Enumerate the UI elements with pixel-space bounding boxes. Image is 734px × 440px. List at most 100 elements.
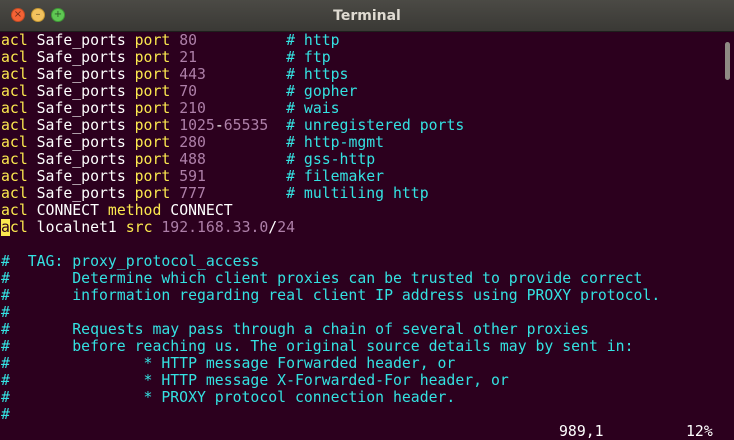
line-token: method [107,202,162,219]
line-token: / [268,219,278,236]
line-token: 210 [170,100,287,117]
line-token: # gss-http [286,151,376,168]
line-token: 192.168.33.0 [152,219,269,236]
editor-line: acl Safe_ports port 80 # http [1,32,340,49]
line-token: # * HTTP message X-Forwarded-For header,… [1,372,509,389]
line-token: 80 [170,32,287,49]
line-token: acl [1,168,28,185]
line-token: port [134,151,171,168]
editor-line: # * HTTP message X-Forwarded-For header,… [1,372,509,389]
line-token: port [134,83,171,100]
line-token: - [214,117,224,134]
line-token: port [134,100,171,117]
editor-line: acl Safe_ports port 443 # https [1,66,348,83]
line-token: 65535 [223,117,287,134]
line-token: 21 [170,49,287,66]
editor-line: acl Safe_ports port 280 # http-mgmt [1,134,384,151]
line-token: acl [1,66,28,83]
editor-line: # information regarding real client IP a… [1,287,660,304]
line-token: Safe_ports [27,134,135,151]
editor-line: acl Safe_ports port 1025-65535 # unregis… [1,117,464,134]
line-token: 24 [277,219,296,236]
line-token: # [1,304,10,321]
text-cursor: a [1,219,10,236]
line-token: Safe_ports [27,100,135,117]
line-token: Safe_ports [27,66,135,83]
line-token: port [134,66,171,83]
editor-line: # before reaching us. The original sourc… [1,338,634,355]
line-token: 280 [170,134,287,151]
line-token: port [134,32,171,49]
line-token: # * HTTP message Forwarded header, or [1,355,456,372]
line-token: # * PROXY protocol connection header. [1,389,456,406]
editor-line: acl Safe_ports port 777 # multiling http [1,185,429,202]
line-token: # https [286,66,349,83]
editor-line: # Requests may pass through a chain of s… [1,321,589,338]
line-token: # unregistered ports [286,117,465,134]
editor-line: acl Safe_ports port 488 # gss-http [1,151,375,168]
line-token: Safe_ports [27,49,135,66]
scrollbar-thumb[interactable] [725,42,730,80]
editor-line: acl Safe_ports port 70 # gopher [1,83,357,100]
line-token: acl [1,202,28,219]
scroll-percent: 12% [686,423,713,440]
line-token: 443 [170,66,287,83]
line-token: # multiling http [286,185,429,202]
line-token: # gopher [286,83,358,100]
line-token: acl [1,134,28,151]
line-token: # information regarding real client IP a… [1,287,661,304]
line-token: Safe_ports [27,185,135,202]
line-token: Safe_ports [27,168,135,185]
editor-line: acl localnet1 src 192.168.33.0/24 [1,219,295,236]
line-token: # before reaching us. The original sourc… [1,338,634,355]
line-token: Safe_ports [27,151,135,168]
line-token: acl [1,117,28,134]
title-bar: × – + Terminal [0,0,734,32]
line-token: 1025 [170,117,215,134]
line-token: # filemaker [286,168,385,185]
line-token: acl [1,32,28,49]
line-token: 591 [170,168,287,185]
line-token: # http [286,32,340,49]
editor-line: acl CONNECT method CONNECT [1,202,233,219]
line-token: acl [1,100,28,117]
line-token: # http-mgmt [286,134,385,151]
line-token: CONNECT [27,202,108,219]
line-token: acl [1,49,28,66]
editor-line: # [1,406,10,423]
line-token: # Determine which client proxies can be … [1,270,643,287]
line-token: port [134,168,171,185]
line-token: # wais [286,100,340,117]
line-token: acl [1,185,28,202]
line-token: # TAG: proxy_protocol_access [1,253,260,270]
line-token: 777 [170,185,287,202]
editor-line: # [1,304,10,321]
editor-line: acl Safe_ports port 591 # filemaker [1,168,384,185]
line-token: src [125,219,153,236]
line-token: acl [1,83,28,100]
editor-line: # * PROXY protocol connection header. [1,389,455,406]
line-token: localnet1 [27,219,126,236]
line-token: 488 [170,151,287,168]
line-token: acl [1,151,28,168]
window-title: Terminal [333,8,401,24]
line-token: # Requests may pass through a chain of s… [1,321,589,338]
editor-line: # TAG: proxy_protocol_access [1,253,259,270]
terminal-window: × – + Terminal acl Safe_ports port 80 # … [0,0,734,440]
line-token: 70 [170,83,287,100]
line-token: port [134,49,171,66]
line-token: port [134,117,171,134]
editor-line: acl Safe_ports port 21 # ftp [1,49,331,66]
line-token: port [134,185,171,202]
line-token: CONNECT [161,202,233,219]
vertical-scrollbar[interactable] [722,32,734,440]
line-token: # ftp [286,49,331,66]
line-token: cl [9,219,28,236]
editor-line: # * HTTP message Forwarded header, or [1,355,455,372]
terminal-text-area[interactable]: acl Safe_ports port 80 # http acl Safe_po… [0,32,722,440]
line-token: Safe_ports [27,117,135,134]
cursor-position: 989,1 [559,423,604,440]
line-token: Safe_ports [27,32,135,49]
line-token: Safe_ports [27,83,135,100]
line-token: port [134,134,171,151]
